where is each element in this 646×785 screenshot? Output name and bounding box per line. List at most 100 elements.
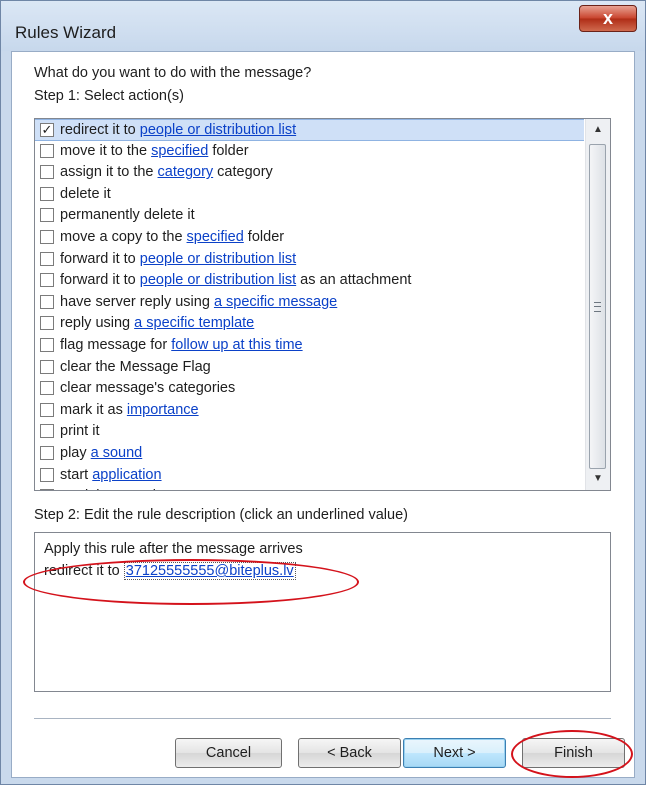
action-link[interactable]: specified xyxy=(151,143,208,159)
checkbox-icon[interactable] xyxy=(40,424,54,439)
action-text: permanently delete it xyxy=(60,207,195,224)
action-label: forward it to people or distribution lis… xyxy=(60,251,296,267)
action-link[interactable]: category xyxy=(158,164,214,180)
dialog-body: What do you want to do with the message?… xyxy=(11,51,635,778)
window-title: Rules Wizard xyxy=(15,23,117,42)
action-item[interactable]: flag message for follow up at this time xyxy=(35,335,584,357)
action-link[interactable]: people or distribution list xyxy=(140,272,296,288)
action-item[interactable]: forward it to people or distribution lis… xyxy=(35,270,584,292)
action-label: delete it xyxy=(60,186,111,202)
action-label: move a copy to the specified folder xyxy=(60,229,284,245)
title-bar: Rules Wizard x xyxy=(1,1,645,51)
close-button[interactable]: x xyxy=(579,5,637,32)
action-item[interactable]: permanently delete it xyxy=(35,205,584,227)
scroll-grip-icon xyxy=(594,302,601,312)
action-label: clear the Message Flag xyxy=(60,359,211,375)
action-text: forward it to xyxy=(60,272,140,289)
redirect-address-link[interactable]: 37125555555@biteplus.lv xyxy=(123,562,296,580)
action-text: have server reply using xyxy=(60,293,214,310)
scroll-down-icon[interactable]: ▼ xyxy=(586,468,610,490)
action-item[interactable]: mark it as read xyxy=(35,486,584,490)
action-item[interactable]: play a sound xyxy=(35,443,584,465)
rule-description-box: Apply this rule after the message arrive… xyxy=(34,532,611,692)
actions-list[interactable]: ✓ redirect it to people or distribution l… xyxy=(34,118,611,491)
action-label: redirect it to people or distribution li… xyxy=(60,122,296,138)
action-text: play xyxy=(60,445,91,461)
action-item[interactable]: mark it as importance xyxy=(35,400,584,422)
action-link[interactable]: a specific template xyxy=(134,315,254,331)
action-text: print it xyxy=(60,423,100,440)
action-label: flag message for follow up at this time xyxy=(60,337,303,353)
checkbox-icon[interactable] xyxy=(40,402,54,417)
checkbox-icon[interactable] xyxy=(40,316,54,331)
checkbox-icon[interactable] xyxy=(40,359,54,374)
close-icon: x xyxy=(602,8,613,28)
action-text: mark it as xyxy=(60,401,127,418)
action-text: assign it to the xyxy=(60,164,158,181)
cancel-button[interactable]: Cancel xyxy=(175,738,282,768)
action-text: move a copy to the xyxy=(60,229,187,245)
checkbox-icon[interactable] xyxy=(40,208,54,223)
checkbox-checked-icon[interactable]: ✓ xyxy=(40,123,54,137)
action-text: forward it to xyxy=(60,250,140,267)
checkbox-icon[interactable] xyxy=(40,273,54,288)
checkbox-icon[interactable] xyxy=(40,294,54,309)
action-text: clear the Message Flag xyxy=(60,358,211,375)
action-label: play a sound xyxy=(60,445,142,461)
description-line-2: redirect it to 37125555555@biteplus.lv xyxy=(44,562,296,580)
scroll-thumb[interactable] xyxy=(589,144,606,469)
next-button[interactable]: Next > xyxy=(403,738,506,768)
rules-wizard-window: Rules Wizard x What do you want to do wi… xyxy=(0,0,646,785)
checkbox-icon[interactable] xyxy=(40,381,54,396)
action-text: folder xyxy=(243,229,285,245)
action-item[interactable]: start application xyxy=(35,465,584,487)
action-label: start application xyxy=(60,467,162,483)
action-text: category xyxy=(213,164,273,181)
action-link[interactable]: importance xyxy=(127,402,199,418)
action-text: flag message for xyxy=(60,337,172,353)
action-item[interactable]: ✓ redirect it to people or distribution l… xyxy=(35,119,584,141)
action-link[interactable]: a sound xyxy=(91,445,143,461)
action-label: mark it as read xyxy=(60,488,156,490)
action-label: clear message's categories xyxy=(60,380,235,396)
action-text: folder xyxy=(208,142,249,159)
action-label: permanently delete it xyxy=(60,207,195,223)
action-item[interactable]: reply using a specific template xyxy=(35,313,584,335)
action-item[interactable]: clear message's categories xyxy=(35,378,584,400)
action-label: reply using a specific template xyxy=(60,315,254,331)
actions-scrollbar[interactable]: ▲ ▼ xyxy=(585,119,610,490)
checkbox-icon[interactable] xyxy=(40,467,54,482)
action-item[interactable]: forward it to people or distribution lis… xyxy=(35,249,584,271)
checkbox-icon[interactable] xyxy=(40,186,54,201)
action-item[interactable]: move it to the specified folder xyxy=(35,141,584,163)
action-item[interactable]: print it xyxy=(35,421,584,443)
action-label: assign it to the category category xyxy=(60,164,273,180)
action-link[interactable]: people or distribution list xyxy=(140,122,296,138)
description-line-1: Apply this rule after the message arrive… xyxy=(44,541,303,557)
action-link[interactable]: follow up at this time xyxy=(171,337,302,353)
finish-button[interactable]: Finish xyxy=(522,738,625,768)
action-label: forward it to people or distribution lis… xyxy=(60,272,411,288)
back-button[interactable]: < Back xyxy=(298,738,401,768)
checkbox-icon[interactable] xyxy=(40,165,54,180)
action-link[interactable]: people or distribution list xyxy=(140,251,296,267)
action-item[interactable]: delete it xyxy=(35,184,584,206)
action-text: clear message's categories xyxy=(60,380,236,397)
action-item[interactable]: assign it to the category category xyxy=(35,162,584,184)
action-link[interactable]: application xyxy=(92,467,161,483)
action-label: print it xyxy=(60,423,100,439)
action-label: mark it as importance xyxy=(60,402,199,418)
action-link[interactable]: specified xyxy=(187,229,244,245)
checkbox-icon[interactable] xyxy=(40,230,54,244)
checkbox-icon[interactable] xyxy=(40,338,54,352)
action-item[interactable]: clear the Message Flag xyxy=(35,357,584,379)
checkbox-icon[interactable] xyxy=(40,446,54,460)
checkbox-icon[interactable] xyxy=(40,489,54,490)
action-item[interactable]: have server reply using a specific messa… xyxy=(35,292,584,314)
action-item[interactable]: move a copy to the specified folder xyxy=(35,227,584,249)
checkbox-icon[interactable] xyxy=(40,251,54,266)
action-text: move it to the xyxy=(60,142,152,159)
scroll-up-icon[interactable]: ▲ xyxy=(586,119,610,141)
action-link[interactable]: a specific message xyxy=(214,294,337,310)
checkbox-icon[interactable] xyxy=(40,143,54,158)
